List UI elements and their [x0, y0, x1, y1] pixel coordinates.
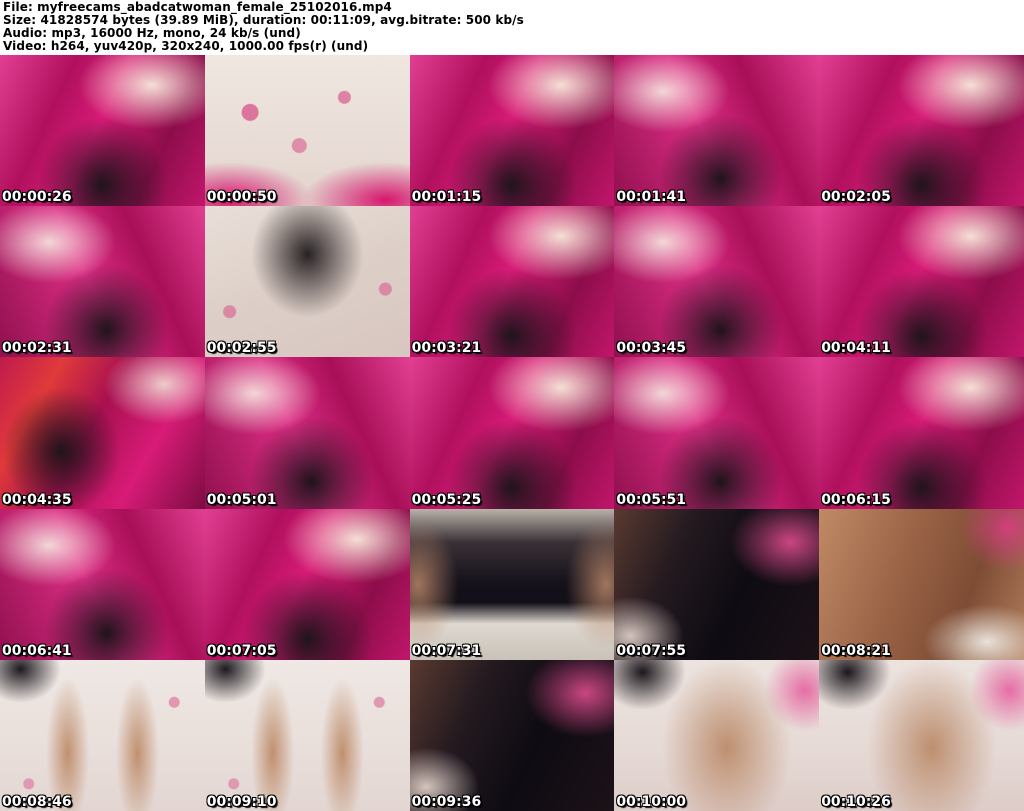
video-thumbnail: 00:03:45 — [614, 206, 820, 358]
timestamp-label: 00:06:41 — [2, 642, 72, 659]
timestamp-label: 00:00:50 — [206, 189, 277, 206]
video-thumbnail: 00:00:26 — [0, 55, 205, 207]
video-thumbnail: 00:04:35 — [0, 357, 205, 509]
video-info-line: Video: h264, yuv420p, 320x240, 1000.00 f… — [3, 40, 369, 53]
timestamp-label: 00:07:31 — [411, 642, 482, 659]
video-thumbnail: 00:00:50 — [204, 55, 410, 207]
video-thumbnail: 00:09:10 — [204, 659, 410, 811]
timestamp-label: 00:03:21 — [411, 340, 482, 357]
timestamp-label: 00:01:15 — [411, 189, 482, 206]
timestamp-label: 00:02:31 — [2, 340, 72, 357]
video-thumbnail: 00:07:55 — [614, 508, 820, 660]
timestamp-label: 00:05:51 — [616, 491, 687, 508]
video-thumbnail: 00:08:21 — [819, 508, 1024, 660]
timestamp-label: 00:08:46 — [2, 793, 72, 810]
timestamp-label: 00:10:00 — [616, 793, 687, 810]
timestamp-label: 00:03:45 — [616, 340, 687, 357]
timestamp-label: 00:00:26 — [2, 189, 72, 206]
timestamp-label: 00:10:26 — [821, 793, 891, 810]
timestamp-label: 00:04:11 — [821, 340, 891, 357]
audio-info-line: Audio: mp3, 16000 Hz, mono, 24 kb/s (und… — [3, 27, 301, 40]
video-thumbnail: 00:10:26 — [819, 659, 1024, 811]
video-thumbnail: 00:05:01 — [204, 357, 410, 509]
timestamp-label: 00:01:41 — [616, 189, 687, 206]
video-thumbnail: 00:05:25 — [409, 357, 615, 509]
media-info-header: File: myfreecams_abadcatwoman_female_251… — [0, 0, 1024, 55]
timestamp-label: 00:05:01 — [206, 491, 277, 508]
timestamp-label: 00:06:15 — [821, 491, 891, 508]
video-thumbnail: 00:10:00 — [614, 659, 820, 811]
timestamp-label: 00:04:35 — [2, 491, 72, 508]
video-thumbnail: 00:06:41 — [0, 508, 205, 660]
timestamp-label: 00:08:21 — [821, 642, 891, 659]
thumbnail-grid: 00:00:26 00:00:50 00:01:15 00:01:41 00:02:05… — [0, 55, 1024, 811]
video-thumbnail: 00:03:21 — [409, 206, 615, 358]
video-thumbnail: 00:07:05 — [204, 508, 410, 660]
timestamp-label: 00:07:55 — [616, 642, 687, 659]
timestamp-label: 00:09:36 — [411, 793, 482, 810]
video-thumbnail: 00:01:41 — [614, 55, 820, 207]
timestamp-label: 00:05:25 — [411, 491, 482, 508]
video-thumbnail: 00:06:15 — [819, 357, 1024, 509]
video-thumbnail: 00:04:11 — [819, 206, 1024, 358]
timestamp-label: 00:09:10 — [206, 793, 277, 810]
video-thumbnail: 00:02:31 — [0, 206, 205, 358]
size-info-line: Size: 41828574 bytes (39.89 MiB), durati… — [3, 14, 524, 27]
video-thumbnail: 00:08:46 — [0, 659, 205, 811]
timestamp-label: 00:07:05 — [206, 642, 277, 659]
file-info-line: File: myfreecams_abadcatwoman_female_251… — [3, 1, 392, 14]
timestamp-label: 00:02:55 — [206, 340, 277, 357]
video-thumbnail: 00:02:55 — [204, 206, 410, 358]
video-thumbnail: 00:01:15 — [409, 55, 615, 207]
video-thumbnail: 00:09:36 — [409, 659, 615, 811]
video-thumbnail: 00:05:51 — [614, 357, 820, 509]
timestamp-label: 00:02:05 — [821, 189, 891, 206]
video-thumbnail: 00:02:05 — [819, 55, 1024, 207]
thumbnail-contact-sheet: File: myfreecams_abadcatwoman_female_251… — [0, 0, 1024, 811]
video-thumbnail: 00:07:31 — [409, 508, 615, 660]
